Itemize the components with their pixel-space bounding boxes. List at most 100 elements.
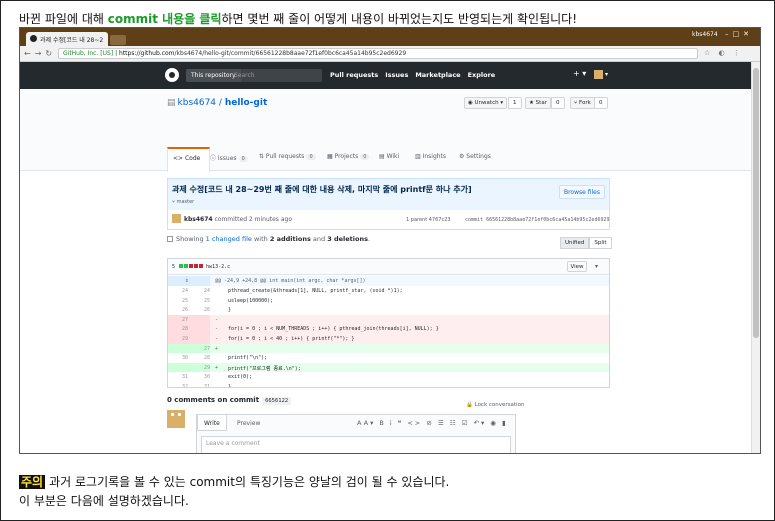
tab-projects-label: ▦ Projects	[327, 153, 359, 160]
diff-gutter	[168, 276, 210, 286]
url-input[interactable]: GitHub, Inc. [US] | https://github.com/k…	[58, 48, 698, 59]
tab-insights[interactable]: ▥ Insights	[415, 153, 446, 160]
github-search-input[interactable]: This repository Search	[186, 69, 322, 82]
diff-line: 31 30 exit(0);	[168, 372, 609, 382]
changed-files-link[interactable]: 1 changed file	[206, 235, 252, 243]
caption-highlight: commit 내용을 클릭	[107, 12, 222, 26]
new-line-number[interactable]: 26	[190, 307, 210, 313]
document-frame: 바뀐 파일에 대해 commit 내용을 클릭하면 몇번 째 줄이 어떻게 내용…	[0, 0, 775, 521]
repo-book-icon: ▤	[167, 98, 176, 108]
diff-code: for(i = 0 ; i < NUM_THREADS ; i++) { pth…	[228, 326, 439, 333]
new-tab-button[interactable]	[110, 35, 126, 45]
tab-settings[interactable]: ⚙ Settings	[459, 153, 491, 160]
lock-conversation-button[interactable]: 🔒 Lock conversation	[466, 402, 524, 408]
diff-code: pthread_create(&threads[1], NULL, printf…	[228, 288, 403, 294]
comments-sha[interactable]: 6656122	[262, 397, 292, 405]
nav-issues[interactable]: Issues	[385, 71, 408, 79]
old-line-number[interactable]: 29	[168, 336, 188, 342]
preview-tab[interactable]: Preview	[231, 415, 266, 431]
diff-line: 28 - for(i = 0 ; i < NUM_THREADS ; i++) {…	[168, 324, 609, 334]
old-line-number[interactable]: 26	[168, 307, 188, 313]
diff-sign: +	[215, 364, 219, 371]
write-tab[interactable]: Write	[197, 415, 227, 431]
fork-count[interactable]: 0	[594, 97, 608, 109]
diff-hunk-row: ⇕ @@ -24,9 +24,8 @@ int main(int argc, c…	[168, 276, 609, 286]
tab-pull-requests[interactable]: ⇅ Pull requests 0	[259, 153, 316, 160]
new-line-number[interactable]: 30	[190, 374, 210, 380]
diffstat-del-icon	[189, 264, 194, 268]
new-line-number[interactable]: 24	[190, 288, 210, 294]
chevron-down-icon[interactable]: ▾	[595, 263, 598, 270]
editor-toolbar[interactable]: AA▾ B i ❝ <> ⊘ ☰ ☷ ☑ ↶▾ ◉ ▮	[357, 419, 508, 427]
old-line-number[interactable]: 25	[168, 298, 188, 304]
caption-suffix: 하면 몇번 째 줄이 어떻게 내용이 바뀌었는지도 반영되는게 확인됩니다!	[221, 12, 578, 26]
new-line-number[interactable]: 27	[190, 346, 210, 352]
old-line-number[interactable]: 30	[168, 355, 188, 361]
view-file-button[interactable]: View	[567, 261, 587, 272]
repo-name-link[interactable]: hello-git	[225, 98, 267, 108]
split-button[interactable]: Split	[589, 237, 612, 249]
tab-wiki-label: ▤ Wiki	[379, 153, 400, 160]
browse-files-button[interactable]: Browse files	[559, 185, 605, 199]
address-bar: ←→↻ GitHub, Inc. [US] | https://github.c…	[20, 46, 760, 62]
diff-file-label[interactable]: hw13-2.c	[206, 264, 230, 270]
repo-owner-link[interactable]: kbs4674	[178, 98, 217, 108]
browser-screenshot: 과제 수정[코드 내 28~2 kbs4674 –□✕ ←→↻ GitHub, …	[19, 27, 761, 454]
star-count[interactable]: 0	[551, 97, 565, 109]
nav-explore[interactable]: Explore	[468, 71, 496, 79]
new-line-number[interactable]: 28	[190, 355, 210, 361]
github-header: This repository Search Pull requests Issu…	[20, 62, 751, 89]
commenter-avatar[interactable]	[167, 410, 185, 428]
github-page: This repository Search Pull requests Issu…	[20, 62, 751, 453]
old-line-number[interactable]: 31	[168, 374, 188, 380]
fork-button[interactable]: ⑂ Fork	[570, 97, 595, 109]
comment-textarea[interactable]: Leave a comment	[201, 436, 511, 453]
nav-arrows-icon[interactable]: ←→↻	[24, 49, 56, 58]
scrollbar-thumb[interactable]	[753, 68, 759, 338]
diff-sign: +	[215, 345, 219, 352]
tab-projects[interactable]: ▦ Projects 0	[327, 153, 370, 160]
old-line-number[interactable]: 32	[168, 384, 188, 387]
diff-line: 25 25 usleep(100000);	[168, 296, 609, 306]
commit-time: committed 2 minutes ago	[214, 216, 292, 223]
star-button[interactable]: ★ Star	[525, 97, 551, 109]
unified-button[interactable]: Unified	[560, 237, 590, 249]
commit-parent[interactable]: 1 parent 4767c23	[406, 217, 451, 223]
diff-summary: Showing 1 changed file with 2 additions …	[167, 235, 370, 243]
warning-badge: 주의	[19, 475, 46, 489]
nav-marketplace[interactable]: Marketplace	[415, 71, 460, 79]
diffstat-add-icon	[184, 264, 189, 268]
summary-checkbox[interactable]	[167, 236, 173, 242]
expand-icon[interactable]: ⇕	[185, 277, 189, 284]
diff-change-count: 5	[172, 264, 176, 270]
author-avatar[interactable]	[172, 214, 181, 223]
watch-count[interactable]: 1	[508, 97, 522, 109]
create-new-button[interactable]: + ▾	[573, 69, 586, 78]
new-line-number[interactable]: 25	[190, 298, 210, 304]
diff-line: 27 -	[168, 314, 609, 325]
old-line-number[interactable]: 27	[168, 317, 188, 323]
new-line-number[interactable]: 29	[190, 365, 210, 371]
new-line-number[interactable]: 31	[190, 384, 210, 387]
diff-view-toggle: Unified Split	[560, 237, 612, 249]
user-avatar[interactable]	[594, 70, 603, 79]
tab-issues[interactable]: ⓘ Issues 0	[210, 153, 248, 162]
tab-issues-count: 0	[238, 156, 248, 162]
tab-wiki[interactable]: ▤ Wiki	[379, 153, 399, 160]
commit-title-area: 과제 수정[코드 내 28~29번 째 줄에 대한 내용 삭제, 마지막 줄에 …	[168, 179, 609, 210]
unwatch-button[interactable]: ◉ Unwatch ▾	[464, 97, 508, 109]
chevron-down-icon[interactable]: ▾	[605, 71, 608, 78]
bookmark-star-icon[interactable]: ☆ ◐ ⋮	[704, 49, 743, 57]
nav-pull-requests[interactable]: Pull requests	[330, 71, 378, 79]
old-line-number[interactable]: 28	[168, 326, 188, 332]
commit-author: kbs4674 committed 2 minutes ago	[184, 216, 292, 223]
browser-tab[interactable]: 과제 수정[코드 내 28~2	[26, 32, 108, 46]
url-path: /kbs4674/hello-git/commit/66561228b8aae7…	[174, 50, 407, 57]
browser-titlebar: 과제 수정[코드 내 28~2 kbs4674 –□✕	[20, 28, 760, 46]
old-line-number[interactable]: 24	[168, 288, 188, 294]
tab-code[interactable]: <> Code	[167, 147, 210, 172]
commit-branch[interactable]: ⑂ master	[172, 199, 194, 205]
author-link[interactable]: kbs4674	[184, 216, 213, 223]
window-controls[interactable]: –□✕	[725, 30, 753, 38]
github-logo-icon[interactable]	[165, 68, 179, 82]
